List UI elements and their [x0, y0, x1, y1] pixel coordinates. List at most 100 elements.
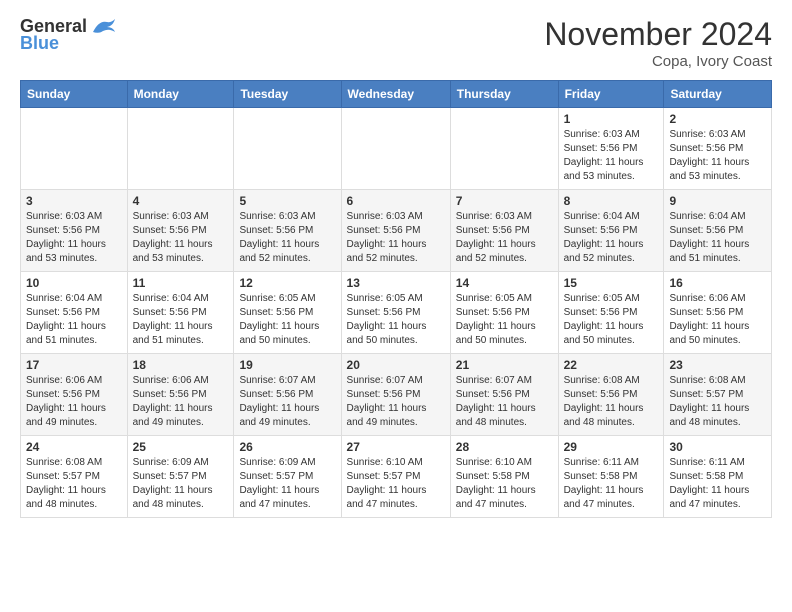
calendar-cell: 4 Sunrise: 6:03 AM Sunset: 5:56 PM Daylig… [127, 190, 234, 272]
day-number: 9 [669, 194, 766, 208]
calendar-cell: 25Sunrise: 6:09 AM Sunset: 5:57 PM Dayli… [127, 436, 234, 518]
day-number: 19 [239, 358, 335, 372]
calendar-cell [341, 108, 450, 190]
day-info: Sunrise: 6:10 AM Sunset: 5:57 PM Dayligh… [347, 456, 445, 512]
logo-bird-icon [91, 18, 117, 36]
day-number: 20 [347, 358, 445, 372]
weekday-header: Thursday [450, 81, 558, 108]
calendar-cell: 23 Sunrise: 6:08 AM Sunset: 5:57 PM Dayli… [664, 354, 772, 436]
day-number: 16 [669, 276, 766, 290]
day-info: Sunrise: 6:11 AM Sunset: 5:58 PM Dayligh… [564, 456, 659, 512]
day-number: 7 [456, 194, 553, 208]
logo-blue-text: Blue [20, 33, 59, 54]
day-info: Sunrise: 6:06 AM Sunset: 5:56 PM Dayligh… [669, 292, 766, 348]
calendar-cell: 16 Sunrise: 6:06 AM Sunset: 5:56 PM Dayli… [664, 272, 772, 354]
header: General Blue November 2024 Copa, Ivory C… [20, 16, 772, 70]
location-title: Copa, Ivory Coast [544, 53, 772, 70]
calendar-cell: 20 Sunrise: 6:07 AM Sunset: 5:56 PM Dayli… [341, 354, 450, 436]
calendar-cell [450, 108, 558, 190]
day-info: Sunrise: 6:07 AM Sunset: 5:56 PM Dayligh… [239, 374, 335, 430]
calendar-header-row: SundayMondayTuesdayWednesdayThursdayFrid… [21, 81, 772, 108]
day-number: 2 [669, 112, 766, 126]
calendar-week-row: 17 Sunrise: 6:06 AM Sunset: 5:56 PM Dayli… [21, 354, 772, 436]
weekday-header: Monday [127, 81, 234, 108]
day-number: 25 [133, 440, 229, 454]
day-number: 27 [347, 440, 445, 454]
calendar-cell: 5 Sunrise: 6:03 AM Sunset: 5:56 PM Daylig… [234, 190, 341, 272]
calendar-cell [21, 108, 128, 190]
day-number: 21 [456, 358, 553, 372]
calendar-cell [127, 108, 234, 190]
calendar-cell: 28 Sunrise: 6:10 AM Sunset: 5:58 PM Dayli… [450, 436, 558, 518]
day-info: Sunrise: 6:03 AM Sunset: 5:56 PM Dayligh… [133, 210, 229, 266]
day-info: Sunrise: 6:04 AM Sunset: 5:56 PM Dayligh… [564, 210, 659, 266]
day-info: Sunrise: 6:11 AM Sunset: 5:58 PM Dayligh… [669, 456, 766, 512]
day-info: Sunrise: 6:07 AM Sunset: 5:56 PM Dayligh… [347, 374, 445, 430]
day-number: 11 [133, 276, 229, 290]
day-number: 10 [26, 276, 122, 290]
day-info: Sunrise: 6:05 AM Sunset: 5:56 PM Dayligh… [347, 292, 445, 348]
day-number: 23 [669, 358, 766, 372]
day-info: Sunrise: 6:08 AM Sunset: 5:56 PM Dayligh… [564, 374, 659, 430]
day-info: Sunrise: 6:05 AM Sunset: 5:56 PM Dayligh… [564, 292, 659, 348]
day-number: 13 [347, 276, 445, 290]
day-info: Sunrise: 6:08 AM Sunset: 5:57 PM Dayligh… [26, 456, 122, 512]
day-info: Sunrise: 6:07 AM Sunset: 5:56 PM Dayligh… [456, 374, 553, 430]
day-info: Sunrise: 6:03 AM Sunset: 5:56 PM Dayligh… [669, 128, 766, 184]
day-info: Sunrise: 6:08 AM Sunset: 5:57 PM Dayligh… [669, 374, 766, 430]
day-number: 15 [564, 276, 659, 290]
calendar-cell: 7 Sunrise: 6:03 AM Sunset: 5:56 PM Daylig… [450, 190, 558, 272]
calendar-cell: 18Sunrise: 6:06 AM Sunset: 5:56 PM Dayli… [127, 354, 234, 436]
calendar-cell: 13 Sunrise: 6:05 AM Sunset: 5:56 PM Dayli… [341, 272, 450, 354]
day-info: Sunrise: 6:04 AM Sunset: 5:56 PM Dayligh… [669, 210, 766, 266]
day-info: Sunrise: 6:04 AM Sunset: 5:56 PM Dayligh… [133, 292, 229, 348]
calendar-cell: 9 Sunrise: 6:04 AM Sunset: 5:56 PM Daylig… [664, 190, 772, 272]
day-number: 5 [239, 194, 335, 208]
calendar-cell: 21 Sunrise: 6:07 AM Sunset: 5:56 PM Dayli… [450, 354, 558, 436]
title-block: November 2024 Copa, Ivory Coast [544, 16, 772, 70]
day-info: Sunrise: 6:06 AM Sunset: 5:56 PM Dayligh… [133, 374, 229, 430]
calendar-cell: 14Sunrise: 6:05 AM Sunset: 5:56 PM Dayli… [450, 272, 558, 354]
day-info: Sunrise: 6:03 AM Sunset: 5:56 PM Dayligh… [456, 210, 553, 266]
day-number: 26 [239, 440, 335, 454]
calendar-cell: 22 Sunrise: 6:08 AM Sunset: 5:56 PM Dayli… [558, 354, 664, 436]
calendar-cell: 19 Sunrise: 6:07 AM Sunset: 5:56 PM Dayli… [234, 354, 341, 436]
calendar-table: SundayMondayTuesdayWednesdayThursdayFrid… [20, 80, 772, 518]
day-number: 17 [26, 358, 122, 372]
day-number: 8 [564, 194, 659, 208]
day-info: Sunrise: 6:09 AM Sunset: 5:57 PM Dayligh… [239, 456, 335, 512]
calendar-cell: 12Sunrise: 6:05 AM Sunset: 5:56 PM Dayli… [234, 272, 341, 354]
day-number: 28 [456, 440, 553, 454]
calendar-week-row: 10 Sunrise: 6:04 AM Sunset: 5:56 PM Dayli… [21, 272, 772, 354]
calendar-cell: 6 Sunrise: 6:03 AM Sunset: 5:56 PM Daylig… [341, 190, 450, 272]
calendar-week-row: 24Sunrise: 6:08 AM Sunset: 5:57 PM Dayli… [21, 436, 772, 518]
day-info: Sunrise: 6:05 AM Sunset: 5:56 PM Dayligh… [239, 292, 335, 348]
calendar-cell: 11 Sunrise: 6:04 AM Sunset: 5:56 PM Dayli… [127, 272, 234, 354]
weekday-header: Tuesday [234, 81, 341, 108]
day-info: Sunrise: 6:03 AM Sunset: 5:56 PM Dayligh… [239, 210, 335, 266]
calendar-cell: 24Sunrise: 6:08 AM Sunset: 5:57 PM Dayli… [21, 436, 128, 518]
calendar-cell: 30 Sunrise: 6:11 AM Sunset: 5:58 PM Dayli… [664, 436, 772, 518]
logo: General Blue [20, 16, 117, 54]
day-info: Sunrise: 6:03 AM Sunset: 5:56 PM Dayligh… [26, 210, 122, 266]
calendar-week-row: 1 Sunrise: 6:03 AM Sunset: 5:56 PM Daylig… [21, 108, 772, 190]
day-number: 3 [26, 194, 122, 208]
day-number: 22 [564, 358, 659, 372]
calendar-week-row: 3 Sunrise: 6:03 AM Sunset: 5:56 PM Daylig… [21, 190, 772, 272]
page: General Blue November 2024 Copa, Ivory C… [0, 0, 792, 538]
day-number: 6 [347, 194, 445, 208]
day-number: 1 [564, 112, 659, 126]
weekday-header: Sunday [21, 81, 128, 108]
calendar-cell: 29Sunrise: 6:11 AM Sunset: 5:58 PM Dayli… [558, 436, 664, 518]
day-info: Sunrise: 6:05 AM Sunset: 5:56 PM Dayligh… [456, 292, 553, 348]
weekday-header: Saturday [664, 81, 772, 108]
day-number: 4 [133, 194, 229, 208]
calendar-cell [234, 108, 341, 190]
day-number: 30 [669, 440, 766, 454]
weekday-header: Friday [558, 81, 664, 108]
day-info: Sunrise: 6:03 AM Sunset: 5:56 PM Dayligh… [347, 210, 445, 266]
day-info: Sunrise: 6:06 AM Sunset: 5:56 PM Dayligh… [26, 374, 122, 430]
calendar-cell: 2 Sunrise: 6:03 AM Sunset: 5:56 PM Daylig… [664, 108, 772, 190]
calendar-cell: 15 Sunrise: 6:05 AM Sunset: 5:56 PM Dayli… [558, 272, 664, 354]
day-info: Sunrise: 6:10 AM Sunset: 5:58 PM Dayligh… [456, 456, 553, 512]
